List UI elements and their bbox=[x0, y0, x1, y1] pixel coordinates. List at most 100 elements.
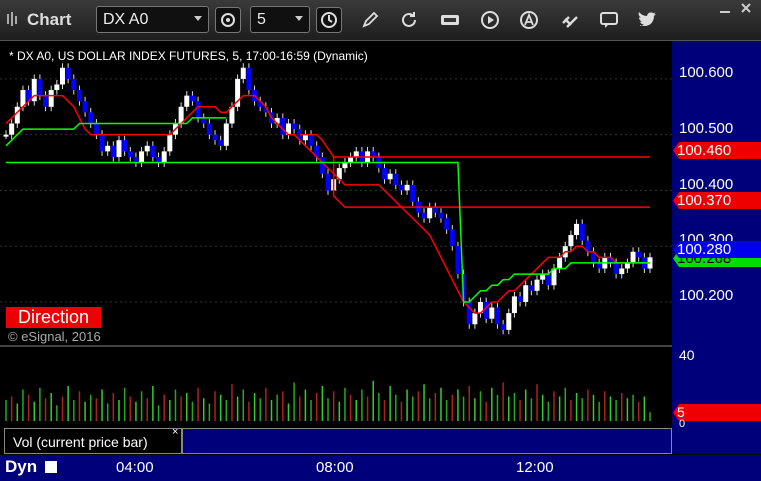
refresh-icon bbox=[402, 12, 416, 27]
candle-body bbox=[133, 156, 139, 163]
settings-cycle-button[interactable] bbox=[215, 7, 241, 33]
chart-header: * DX A0, US DOLLAR INDEX FUTURES, 5, 17:… bbox=[9, 49, 368, 63]
close-icon[interactable] bbox=[739, 2, 753, 14]
candle-body bbox=[144, 145, 150, 152]
window-title: Chart bbox=[27, 10, 72, 29]
x-tick-label: 04:00 bbox=[116, 459, 154, 476]
candle-body bbox=[99, 134, 105, 152]
volume-zero-tick: 0 bbox=[679, 418, 686, 430]
candle-body bbox=[404, 184, 410, 191]
candle-body bbox=[630, 251, 636, 263]
symbol-selector[interactable]: DX A0 bbox=[96, 6, 209, 33]
copyright-text: © eSignal, 2016 bbox=[8, 329, 101, 344]
candle-body bbox=[393, 173, 399, 185]
candle-body bbox=[613, 262, 619, 275]
interval-selector[interactable]: 5 bbox=[250, 6, 310, 33]
volume-study-text: Vol (current price bar) bbox=[13, 434, 148, 450]
link-icon bbox=[562, 16, 578, 28]
get-data-button[interactable] bbox=[437, 7, 463, 33]
candle-body bbox=[624, 262, 630, 269]
candle-body bbox=[201, 117, 207, 124]
candle-body bbox=[579, 223, 585, 241]
resistance-price-tag: 100.370 bbox=[673, 192, 761, 209]
play-icon bbox=[481, 11, 499, 29]
candle-body bbox=[427, 207, 433, 219]
candle-body bbox=[619, 268, 625, 275]
current-price-tag: 100.280 bbox=[673, 241, 761, 258]
link-button[interactable] bbox=[557, 7, 583, 33]
candle-body bbox=[218, 140, 224, 146]
alert-button[interactable] bbox=[516, 7, 542, 33]
candle-body bbox=[353, 151, 359, 157]
price-chart[interactable] bbox=[0, 41, 672, 428]
candle-body bbox=[240, 67, 246, 79]
time-template-button[interactable] bbox=[316, 7, 342, 33]
candle-body bbox=[43, 95, 49, 107]
candle-body bbox=[472, 313, 478, 325]
alert-a-icon bbox=[520, 11, 538, 29]
volume-study-label[interactable]: Vol (current price bar) bbox=[4, 428, 182, 454]
resistance-line bbox=[299, 133, 650, 158]
candle-body bbox=[122, 140, 128, 152]
candle-body bbox=[381, 168, 387, 180]
resistance-price-tag: 100.460 bbox=[673, 142, 761, 159]
candle-body bbox=[212, 134, 218, 141]
candle-body bbox=[246, 67, 252, 91]
pencil-icon bbox=[362, 11, 379, 28]
chevron-down-icon bbox=[194, 16, 202, 21]
candle-body bbox=[511, 296, 517, 314]
candle-body bbox=[444, 218, 450, 230]
candle-body bbox=[93, 123, 99, 135]
candle-body bbox=[325, 173, 331, 191]
x-tick-label: 12:00 bbox=[516, 459, 554, 476]
y-tick-label: 100.200 bbox=[679, 287, 734, 304]
dynamic-label: Dyn bbox=[5, 457, 38, 476]
candle-body bbox=[387, 173, 393, 180]
candle-body bbox=[308, 134, 314, 146]
candle-body bbox=[483, 301, 489, 319]
candle-body bbox=[76, 90, 82, 102]
candle-body bbox=[319, 156, 325, 174]
candle-body bbox=[82, 101, 88, 113]
candle-body bbox=[449, 229, 455, 247]
candle-body bbox=[545, 274, 551, 286]
get-icon bbox=[441, 15, 459, 25]
y-tick-label: 100.500 bbox=[679, 120, 734, 137]
chat-button[interactable] bbox=[596, 7, 622, 33]
candle-body bbox=[568, 235, 574, 247]
time-axis[interactable] bbox=[0, 455, 761, 481]
draw-tool-button[interactable] bbox=[357, 7, 383, 33]
candle-body bbox=[116, 140, 122, 157]
candle-body bbox=[636, 251, 642, 258]
volume-study-bar bbox=[182, 428, 672, 454]
volume-max-tick: 40 bbox=[679, 347, 695, 363]
candle-body bbox=[342, 162, 348, 169]
x-tick-label: 08:00 bbox=[316, 459, 354, 476]
candle-body bbox=[574, 223, 580, 236]
candle-body bbox=[534, 279, 540, 291]
minimize-icon[interactable] bbox=[718, 2, 732, 14]
candle-body bbox=[494, 307, 500, 325]
refresh-button[interactable] bbox=[396, 7, 422, 33]
gear-icon bbox=[215, 7, 241, 33]
candle-body bbox=[14, 106, 20, 124]
dynamic-settings-icon[interactable] bbox=[45, 461, 57, 473]
candle-body bbox=[71, 78, 77, 91]
candle-body bbox=[206, 123, 212, 135]
candle-body bbox=[156, 156, 162, 163]
direction-label: Direction bbox=[6, 307, 101, 328]
candle-body bbox=[110, 145, 116, 157]
interval-value: 5 bbox=[257, 11, 266, 28]
twitter-button[interactable] bbox=[635, 7, 661, 33]
candle-body bbox=[3, 134, 9, 137]
candle-body bbox=[150, 145, 156, 157]
candle-body bbox=[302, 134, 308, 141]
twitter-bird-icon bbox=[638, 12, 656, 26]
play-button[interactable] bbox=[477, 7, 503, 33]
candle-body bbox=[59, 67, 65, 85]
candle-body bbox=[37, 78, 43, 96]
symbol-value: DX A0 bbox=[103, 11, 149, 28]
close-study-icon[interactable]: × bbox=[172, 426, 178, 438]
candle-body bbox=[540, 274, 546, 280]
candle-body bbox=[398, 184, 404, 191]
